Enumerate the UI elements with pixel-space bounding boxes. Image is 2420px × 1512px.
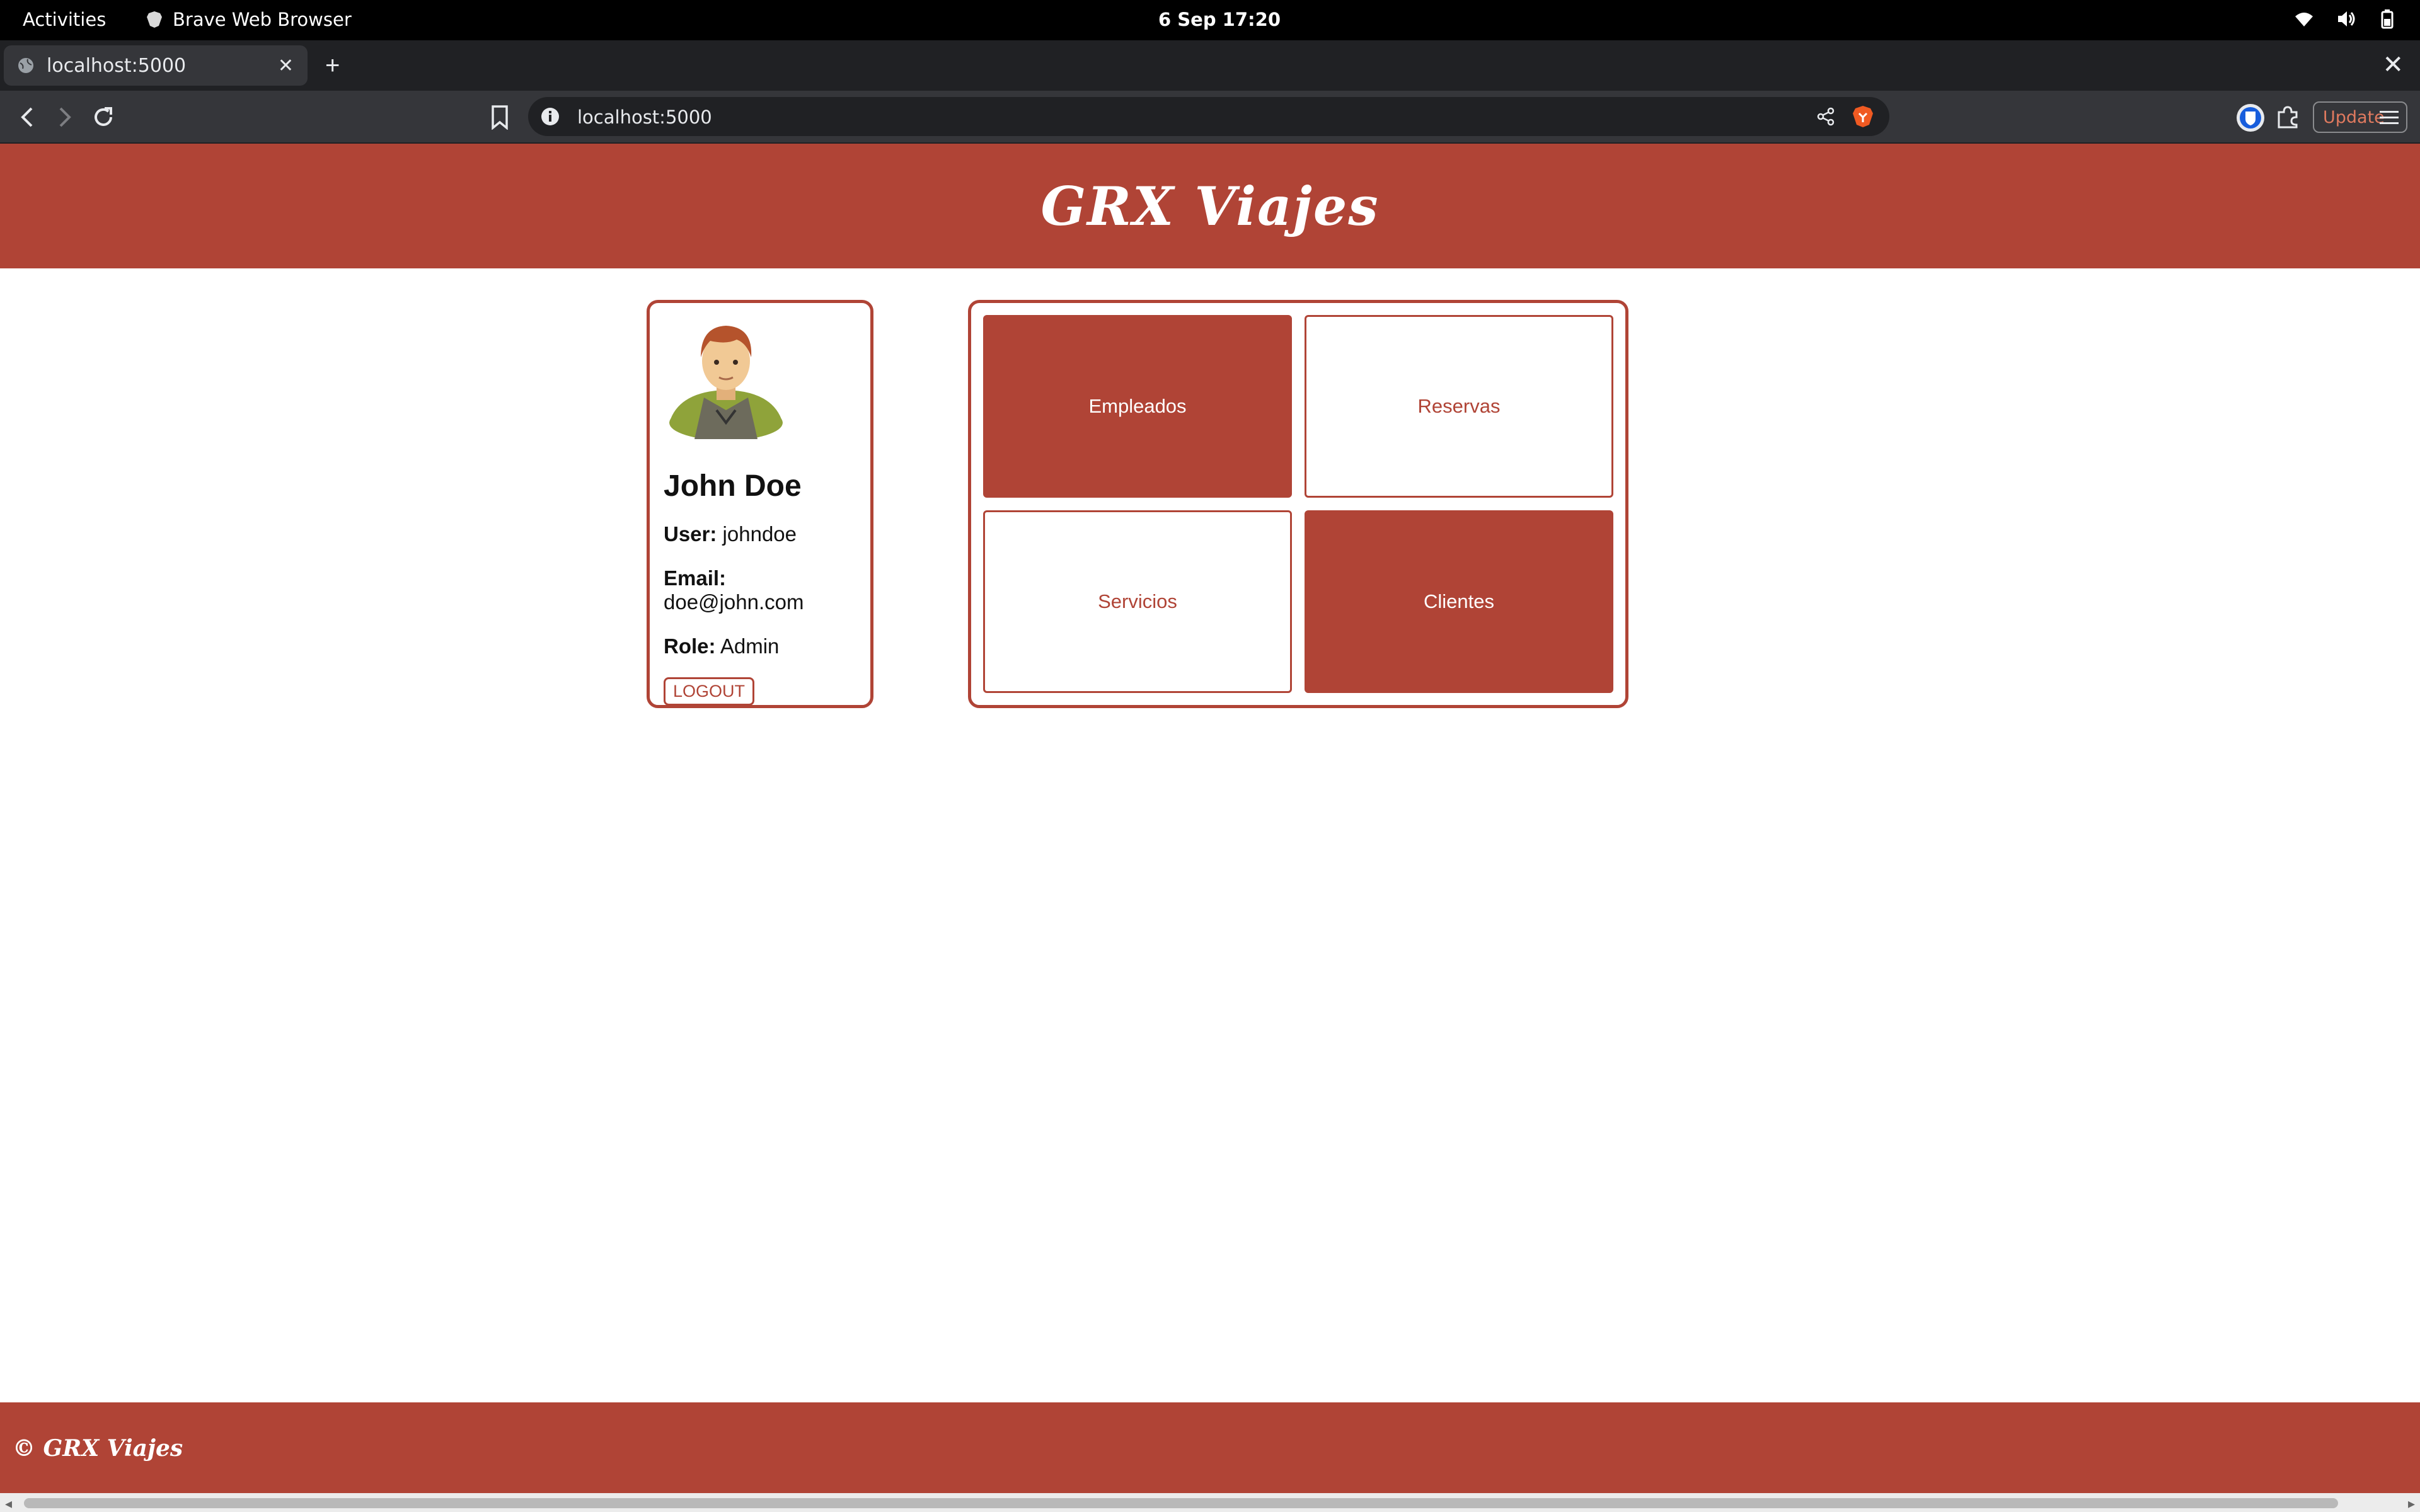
- system-top-bar: Activities Brave Web Browser 6 Sep 17:20: [0, 0, 2420, 40]
- new-tab-button[interactable]: +: [325, 52, 340, 79]
- web-page: GRX Viajes John Doe User: johndoe Email:…: [0, 144, 2420, 1493]
- horizontal-scrollbar[interactable]: ◂ ▸: [0, 1493, 2420, 1512]
- user-avatar: [669, 326, 783, 440]
- menu-grid: Empleados Reservas Servicios Clientes: [968, 300, 1628, 708]
- profile-name: John Doe: [664, 469, 802, 503]
- app-name: Brave Web Browser: [173, 9, 352, 30]
- bookmark-icon[interactable]: [490, 105, 509, 130]
- tab-close-icon[interactable]: ✕: [278, 55, 294, 77]
- tab-title: localhost:5000: [47, 54, 187, 77]
- brave-lion-icon: [147, 11, 162, 28]
- forward-arrow-icon[interactable]: [50, 103, 78, 131]
- update-menu-button[interactable]: Update: [2313, 101, 2407, 133]
- system-tray[interactable]: [2294, 9, 2397, 29]
- site-footer: © GRX Viajes: [0, 1402, 2420, 1493]
- window-close-icon[interactable]: ✕: [2382, 50, 2404, 79]
- footer-copyright: © GRX Viajes: [13, 1435, 183, 1462]
- profile-card: John Doe User: johndoe Email: doe@john.c…: [647, 300, 873, 708]
- site-info-icon[interactable]: [541, 107, 560, 126]
- email-label: Email:: [664, 566, 727, 590]
- url-text[interactable]: localhost:5000: [577, 106, 712, 128]
- role-label: Role:: [664, 634, 716, 658]
- tile-clientes[interactable]: Clientes: [1305, 510, 1613, 693]
- browser-toolbar: localhost:5000 Update: [0, 91, 2420, 144]
- tab-strip: localhost:5000 ✕ + ✕: [0, 40, 2420, 91]
- extensions-puzzle-icon[interactable]: [2275, 105, 2300, 130]
- browser-tab[interactable]: localhost:5000 ✕: [4, 45, 308, 86]
- update-label: Update: [2323, 107, 2385, 127]
- menu-hamburger-icon: [2380, 111, 2399, 124]
- address-bar[interactable]: localhost:5000: [528, 97, 1889, 136]
- email-value: doe@john.com: [664, 590, 804, 614]
- battery-icon: [2381, 9, 2394, 29]
- clock[interactable]: 6 Sep 17:20: [1158, 9, 1281, 30]
- share-icon[interactable]: [1816, 107, 1835, 126]
- activities-button[interactable]: Activities: [23, 9, 106, 30]
- scroll-left-arrow-icon[interactable]: ◂: [5, 1496, 12, 1512]
- volume-icon: [2338, 11, 2355, 26]
- user-label: User:: [664, 522, 717, 546]
- role-value: Admin: [720, 634, 780, 658]
- bitwarden-extension-icon[interactable]: [2236, 103, 2265, 132]
- profile-role-row: Role: Admin: [664, 634, 856, 658]
- tile-empleados[interactable]: Empleados: [983, 315, 1292, 498]
- brave-shields-icon[interactable]: [1852, 105, 1874, 129]
- site-title[interactable]: GRX Viajes: [1040, 175, 1379, 238]
- globe-icon: [18, 58, 33, 73]
- profile-email-row: Email: doe@john.com: [664, 566, 856, 614]
- app-menu[interactable]: Brave Web Browser: [146, 9, 352, 30]
- scrollbar-thumb[interactable]: [24, 1498, 2338, 1508]
- profile-user-row: User: johndoe: [664, 522, 856, 546]
- site-header: GRX Viajes: [0, 144, 2420, 268]
- logout-button[interactable]: LOGOUT: [664, 677, 755, 706]
- user-value: johndoe: [722, 522, 797, 546]
- reload-icon[interactable]: [89, 103, 117, 131]
- back-arrow-icon[interactable]: [14, 103, 42, 131]
- tile-servicios[interactable]: Servicios: [983, 510, 1292, 693]
- tile-reservas[interactable]: Reservas: [1305, 315, 1613, 498]
- wifi-icon: [2295, 13, 2313, 26]
- scroll-right-arrow-icon[interactable]: ▸: [2408, 1496, 2415, 1512]
